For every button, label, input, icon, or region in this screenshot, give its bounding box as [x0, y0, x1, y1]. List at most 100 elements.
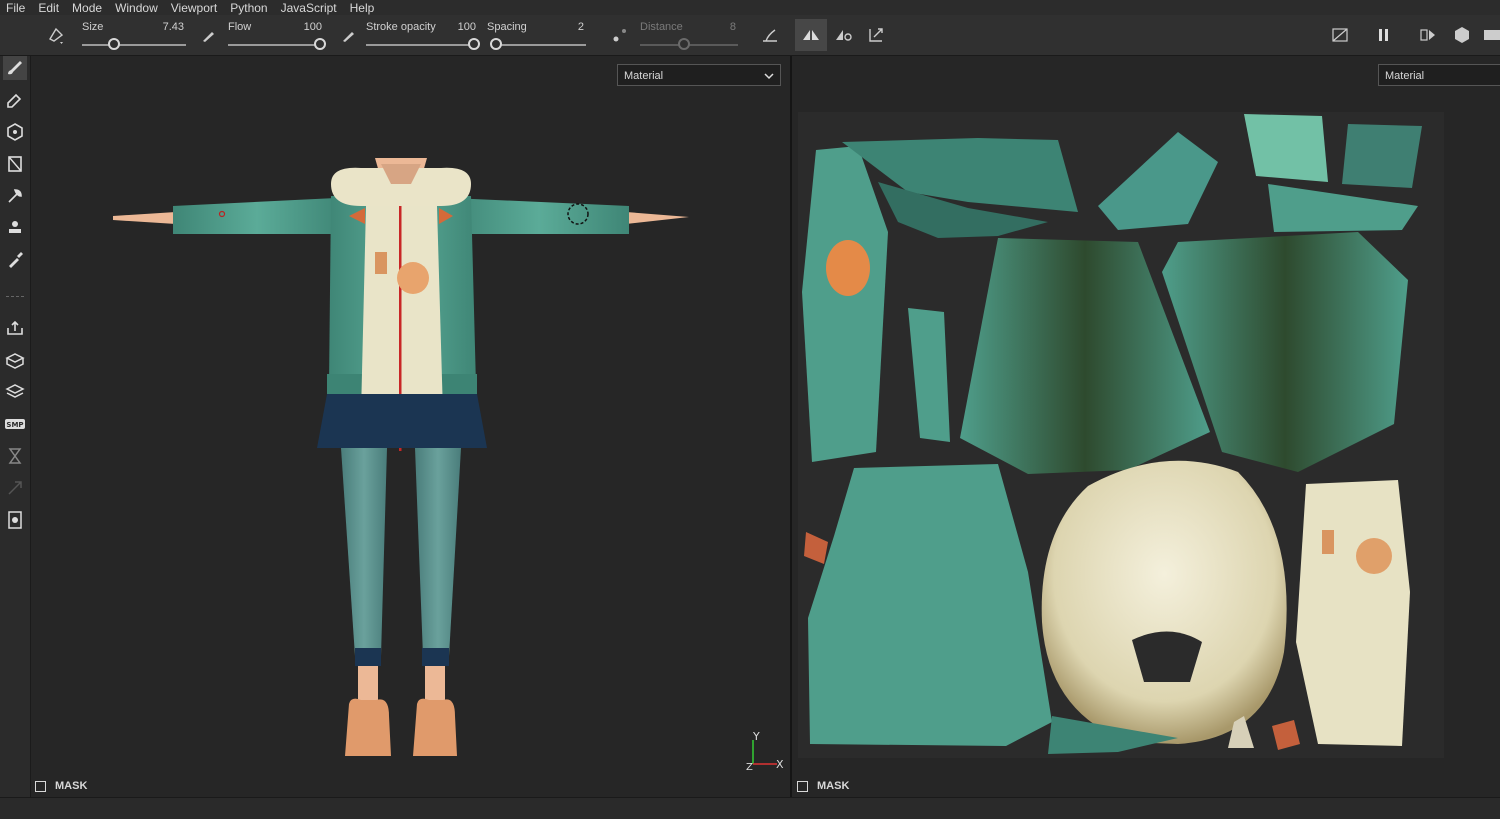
uv-hood-hole — [1132, 631, 1202, 682]
symmetry-icon — [803, 30, 819, 40]
material-icon — [5, 384, 25, 398]
hourglass-icon — [8, 448, 22, 464]
menu-bar: File Edit Mode Window Viewport Python Ja… — [0, 0, 1500, 15]
size-label: Size — [82, 21, 104, 33]
right-hand — [626, 212, 689, 224]
projection-icon — [7, 123, 23, 141]
menu-help[interactable]: Help — [350, 1, 375, 15]
flow-value[interactable]: 100 — [290, 21, 322, 33]
size-value[interactable]: 7.43 — [150, 21, 184, 33]
document-icon — [8, 511, 22, 529]
smudge-icon — [8, 189, 22, 203]
right-sleeve — [449, 198, 629, 234]
smp-icon: SMP — [5, 419, 25, 429]
smudge-tool[interactable] — [3, 184, 27, 208]
spacing-slider[interactable] — [492, 44, 586, 46]
left-sleeve — [173, 198, 341, 234]
menu-python[interactable]: Python — [230, 1, 267, 15]
3d-view-icon[interactable] — [1452, 25, 1472, 45]
menu-window[interactable]: Window — [115, 1, 158, 15]
polygon-fill-icon — [8, 156, 22, 172]
flow-slider[interactable] — [228, 44, 320, 46]
menu-viewport[interactable]: Viewport — [171, 1, 217, 15]
flow-slider-handle[interactable] — [314, 38, 326, 50]
left-leg — [341, 448, 387, 656]
distance-label: Distance — [640, 21, 683, 33]
mask-checkbox[interactable] — [35, 780, 46, 792]
brush-tool[interactable] — [3, 56, 27, 80]
tool-sidebar: SMP — [0, 56, 31, 818]
transform-icon[interactable] — [866, 25, 886, 45]
left-mask-label: MASK — [55, 780, 88, 792]
right-channel-dropdown[interactable]: Material — [1378, 64, 1500, 86]
tool-properties-bar: Size 7.43 Flow 100 Stroke opacity 100 Sp… — [0, 15, 1500, 56]
right-leg — [415, 448, 461, 656]
projection-tool[interactable] — [3, 120, 27, 144]
opacity-pressure-icon[interactable] — [338, 25, 358, 45]
stroke-opacity-label: Stroke opacity — [366, 21, 436, 33]
angle-icon[interactable] — [760, 25, 780, 45]
size-slider[interactable] — [82, 44, 186, 46]
distance-slider-handle[interactable] — [678, 38, 690, 50]
axis-gizmo: Y X Z — [746, 730, 784, 773]
axis-y-label: Y — [752, 730, 760, 743]
split-view-icon[interactable] — [1418, 25, 1438, 45]
hourglass-tool[interactable] — [3, 444, 27, 468]
hide-layer-icon[interactable] — [1330, 25, 1350, 45]
bake-tool[interactable] — [3, 316, 27, 340]
spacing-value[interactable]: 2 — [560, 21, 584, 33]
symmetry-settings-icon[interactable] — [834, 25, 854, 45]
brush-preset-icon[interactable] — [46, 25, 66, 45]
resize-icon — [8, 481, 22, 495]
uv-hood — [1041, 460, 1287, 744]
smp-tool[interactable]: SMP — [3, 412, 27, 436]
shirt-graphic-small — [375, 252, 387, 274]
menu-file[interactable]: File — [6, 1, 25, 15]
uv-graphic-patch — [826, 240, 870, 296]
hoodie-front — [361, 206, 443, 414]
axis-x-label: X — [776, 758, 784, 771]
document-tool[interactable] — [3, 508, 27, 532]
uv-islands[interactable] — [798, 112, 1444, 758]
resize-tool[interactable] — [3, 476, 27, 500]
menu-mode[interactable]: Mode — [72, 1, 102, 15]
menu-javascript[interactable]: JavaScript — [281, 1, 337, 15]
polygon-fill-tool[interactable] — [3, 152, 27, 176]
left-mask-toggle[interactable]: MASK — [35, 780, 87, 792]
right-channel-value: Material — [1385, 70, 1425, 82]
stroke-opacity-slider-handle[interactable] — [468, 38, 480, 50]
color-picker-tool[interactable] — [3, 248, 27, 272]
spacing-slider-handle[interactable] — [490, 38, 502, 50]
uv-collar — [842, 138, 1078, 212]
character-model[interactable]: Y X Z — [31, 56, 790, 797]
right-mask-toggle[interactable]: MASK — [797, 780, 849, 792]
left-ankle — [358, 666, 378, 701]
pen-pressure-icon[interactable] — [198, 25, 218, 45]
eraser-tool[interactable] — [3, 88, 27, 112]
svg-text:Z: Z — [746, 762, 753, 773]
size-slider-handle[interactable] — [108, 38, 120, 50]
lazy-mouse-icon[interactable] — [610, 25, 630, 45]
symmetry-button[interactable] — [795, 19, 827, 51]
color-picker-icon — [9, 252, 23, 268]
stroke-opacity-value[interactable]: 100 — [446, 21, 476, 33]
skirt — [317, 394, 487, 448]
right-shoe — [413, 698, 457, 756]
stroke-opacity-slider[interactable] — [366, 44, 474, 46]
mask-checkbox[interactable] — [797, 780, 808, 792]
menu-edit[interactable]: Edit — [38, 1, 59, 15]
geometry-tool[interactable] — [3, 348, 27, 372]
clone-stamp-tool[interactable] — [3, 216, 27, 240]
uv-pocket-1 — [1244, 114, 1328, 182]
right-sock — [422, 648, 449, 666]
pause-icon[interactable] — [1374, 25, 1394, 45]
uv-strip — [1268, 184, 1418, 232]
spacing-label: Spacing — [487, 21, 527, 33]
material-tool[interactable] — [3, 380, 27, 404]
uv-orange-patch-2 — [1272, 720, 1300, 750]
2d-view-icon[interactable] — [1482, 25, 1500, 45]
svg-text:SMP: SMP — [6, 421, 23, 429]
sidebar-separator — [6, 296, 24, 297]
geometry-icon — [5, 353, 25, 369]
distance-value[interactable]: 8 — [712, 21, 736, 33]
